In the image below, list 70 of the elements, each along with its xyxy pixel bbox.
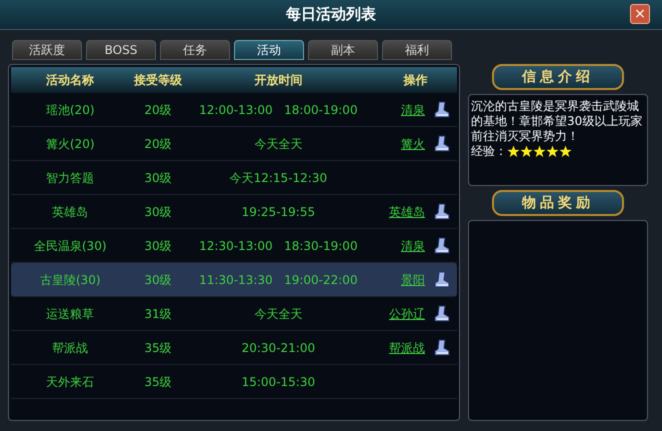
table-cell-text: 12:00-13:00 18:00-19:00 <box>198 102 359 118</box>
table-cell-text: 古皇陵(30) <box>38 272 102 288</box>
close-button[interactable]: × <box>630 4 650 24</box>
table-cell-text: 31级 <box>143 306 173 322</box>
column-header: 接受等级 <box>132 72 183 89</box>
action-link[interactable]: 清泉 <box>401 100 425 118</box>
table-cell-text: 30级 <box>143 272 173 288</box>
table-cell-text: 瑶池(20) <box>44 102 96 118</box>
section-title: 信息介绍 <box>522 68 594 86</box>
table-cell-text: 20:30-21:00 <box>240 340 316 356</box>
exp-label: 经验： <box>471 144 507 159</box>
table-cell-text: 35级 <box>143 374 173 390</box>
table-row[interactable]: 智力答题 30级 今天12:15-12:30 <box>11 161 457 195</box>
action-link[interactable]: 帮派战 <box>389 338 425 356</box>
table-row[interactable]: 运送粮草 31级 今天全天 公孙辽 <box>11 297 457 331</box>
section-title: 物品奖励 <box>522 194 594 212</box>
table-cell-text: 今天12:15-12:30 <box>228 170 328 186</box>
table-row[interactable]: 瑶池(20) 20级 12:00-13:00 18:00-19:00 清泉 <box>11 93 457 127</box>
boot-icon[interactable] <box>433 100 451 118</box>
table-cell-text: 30级 <box>143 204 173 220</box>
boot-icon[interactable] <box>433 134 451 152</box>
star-icon <box>507 145 520 158</box>
column-header: 开放时间 <box>253 72 304 89</box>
action-link[interactable]: 篝火 <box>401 134 425 152</box>
table-cell-text: 天外来石 <box>45 374 96 390</box>
boot-icon[interactable] <box>433 202 451 220</box>
tab[interactable]: 副本 <box>308 40 378 60</box>
table-cell-text: 15:00-15:30 <box>240 374 316 390</box>
table-cell-text: 运送粮草 <box>45 306 96 322</box>
action-link[interactable]: 英雄岛 <box>389 202 425 220</box>
boot-icon[interactable] <box>433 304 451 322</box>
action-link[interactable]: 景阳 <box>401 270 425 288</box>
action-link[interactable]: 清泉 <box>401 236 425 254</box>
tab[interactable]: 活动 <box>234 40 304 60</box>
tab[interactable]: BOSS <box>86 40 156 60</box>
star-icon <box>559 145 572 158</box>
window-title: 每日活动列表 <box>286 4 376 26</box>
boot-icon[interactable] <box>433 236 451 254</box>
description-text: 沉沦的古皇陵是冥界袭击武陵城的基地！章邯希望30级以上玩家前往消灭冥界势力！ <box>471 99 644 144</box>
tab[interactable]: 活跃度 <box>12 40 82 60</box>
star-icon <box>546 145 559 158</box>
table-cell-text: 30级 <box>143 238 173 254</box>
table-cell-text: 英雄岛 <box>51 204 90 220</box>
table-cell-text: 帮派战 <box>51 340 90 356</box>
table-row[interactable]: 天外来石 35级 15:00-15:30 <box>11 365 457 399</box>
tab[interactable]: 任务 <box>160 40 230 60</box>
table-row[interactable]: 古皇陵(30) 30级 11:30-13:30 19:00-22:00 景阳 <box>11 263 457 297</box>
star-icon <box>533 145 546 158</box>
column-header: 活动名称 <box>45 72 96 89</box>
table-row[interactable]: 英雄岛 30级 19:25-19:55 英雄岛 <box>11 195 457 229</box>
table-cell-text: 12:30-13:00 18:30-19:00 <box>198 238 359 254</box>
table-cell-text: 20级 <box>143 136 173 152</box>
boot-icon[interactable] <box>433 338 451 356</box>
table-cell-text: 智力答题 <box>45 170 96 186</box>
action-link[interactable]: 公孙辽 <box>389 304 425 322</box>
table-cell-text: 全民温泉(30) <box>32 238 108 254</box>
table-cell-text: 19:25-19:55 <box>240 204 316 220</box>
column-header: 操作 <box>402 72 429 89</box>
table-cell-text: 11:30-13:30 19:00-22:00 <box>198 272 359 288</box>
star-icon <box>520 145 533 158</box>
table-row[interactable]: 帮派战 35级 20:30-21:00 帮派战 <box>11 331 457 365</box>
table-cell-text: 今天全天 <box>253 306 304 322</box>
table-cell-text: 20级 <box>143 102 173 118</box>
tab[interactable]: 福利 <box>382 40 452 60</box>
table-cell-text: 30级 <box>143 170 173 186</box>
table-cell-text: 35级 <box>143 340 173 356</box>
table-cell-text: 篝火(20) <box>44 136 96 152</box>
boot-icon[interactable] <box>433 270 451 288</box>
table-cell-text: 今天全天 <box>253 136 304 152</box>
table-row[interactable]: 篝火(20) 20级 今天全天 篝火 <box>11 127 457 161</box>
